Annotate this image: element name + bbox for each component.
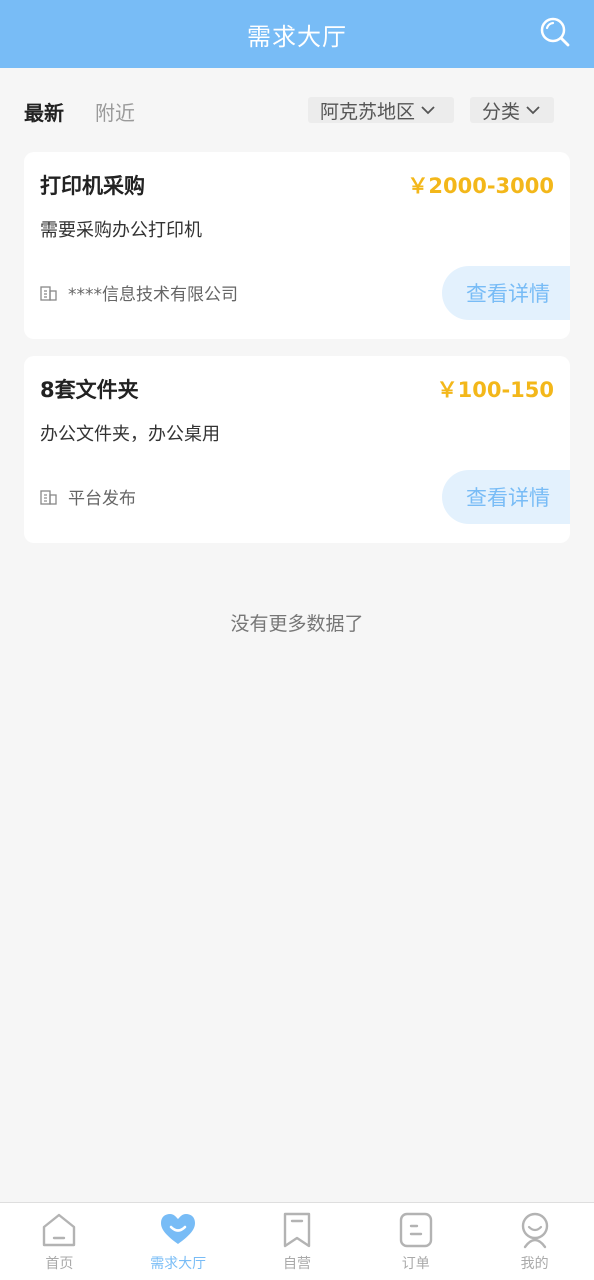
nav-item-self-operated[interactable]: 自营 [238,1203,357,1280]
nav-label: 自营 [282,1256,311,1272]
category-dropdown[interactable]: 分类 [470,97,554,123]
building-icon [40,489,58,505]
nav-item-home[interactable]: 首页 [0,1203,119,1280]
listing-card[interactable]: 打印机采购 ￥2000-3000 需要采购办公打印机 ****信息技术有限公司 … [24,152,570,339]
nav-label: 我的 [520,1256,549,1272]
home-icon [40,1211,78,1249]
nav-label: 订单 [401,1256,430,1272]
app-root: 需求大厅 最新 附近 阿克苏地区 分类 打印机采购 ￥2000-3000 需要采… [0,0,594,1280]
building-icon [40,285,58,301]
listing-price: ￥2000-3000 [407,174,554,198]
region-label: 阿克苏地区 [320,100,416,123]
order-icon [397,1211,435,1249]
nav-label: 需求大厅 [150,1256,207,1272]
listing-company: ****信息技术有限公司 [40,280,238,305]
top-header: 需求大厅 [0,0,594,68]
listing-description: 需要采购办公打印机 [40,220,202,241]
chevron-down-icon [421,105,435,115]
view-details-button[interactable]: 查看详情 [442,266,570,320]
tab-nearby[interactable]: 附近 [95,97,135,126]
profile-icon [516,1211,554,1249]
search-icon [540,17,570,47]
listing-title: 打印机采购 [40,174,145,198]
listing-price: ￥100-150 [436,378,554,402]
region-dropdown[interactable]: 阿克苏地区 [308,97,454,123]
company-name: 平台发布 [68,489,136,509]
nav-item-demand-hall[interactable]: 需求大厅 [119,1203,238,1280]
no-more-data-text: 没有更多数据了 [230,613,364,635]
view-details-button[interactable]: 查看详情 [442,470,570,524]
chevron-down-icon [526,105,540,115]
filter-bar: 最新 附近 阿克苏地区 分类 [0,68,594,152]
bottom-nav: 首页 需求大厅 自营 订单 我的 [0,1202,594,1280]
heart-icon [159,1211,197,1249]
listing-company: 平台发布 [40,484,136,509]
listing-card[interactable]: 8套文件夹 ￥100-150 办公文件夹，办公桌用 平台发布 查看详情 [24,356,570,543]
tab-latest[interactable]: 最新 [24,97,64,126]
page-title: 需求大厅 [247,22,347,51]
bookmark-icon [278,1211,316,1249]
nav-item-profile[interactable]: 我的 [475,1203,594,1280]
company-name: ****信息技术有限公司 [68,285,238,305]
search-button[interactable] [538,15,572,49]
listing-title: 8套文件夹 [40,378,139,402]
nav-item-orders[interactable]: 订单 [356,1203,475,1280]
listing-description: 办公文件夹，办公桌用 [40,424,220,445]
nav-label: 首页 [45,1256,74,1272]
category-label: 分类 [482,100,521,123]
